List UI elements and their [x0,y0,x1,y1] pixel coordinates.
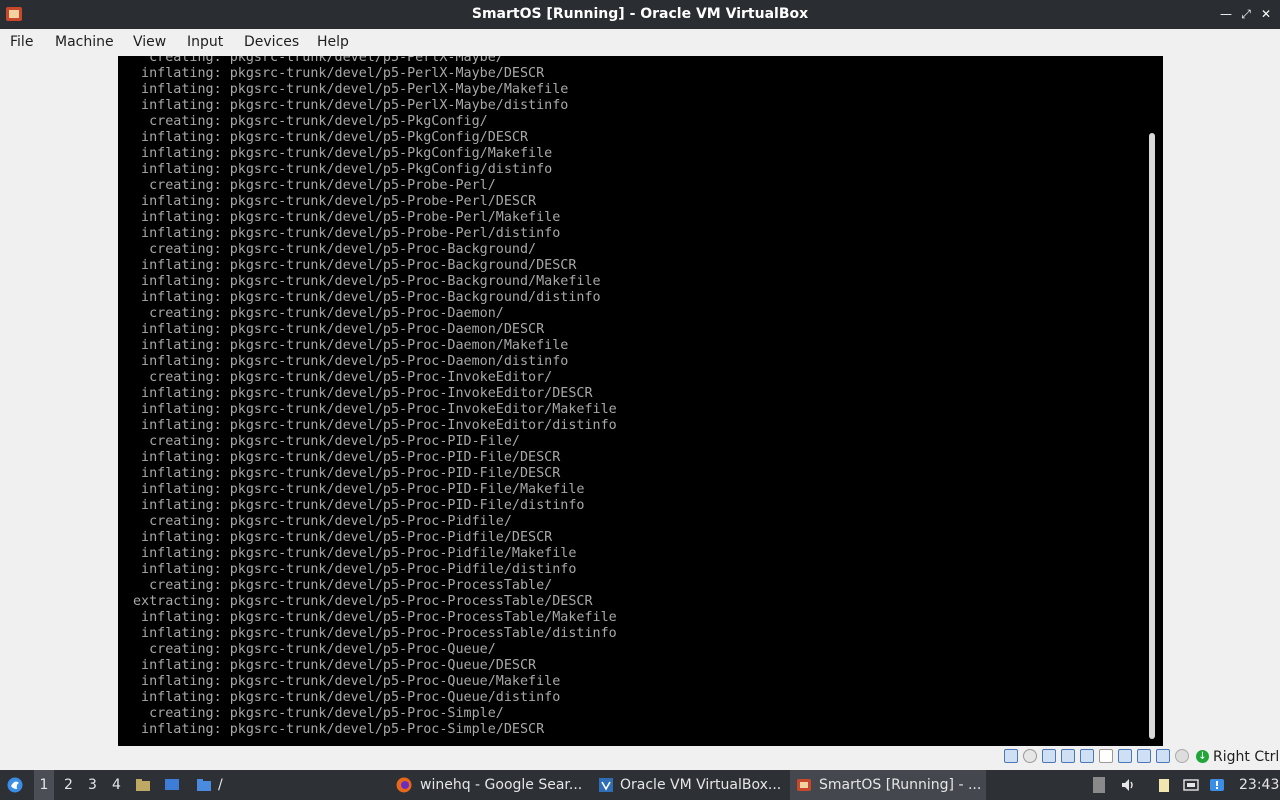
console-line: inflating: pkgsrc-trunk/devel/p5-Proc-Da… [133,338,569,353]
task-label: SmartOS [Running] - ... [819,777,982,793]
console-line: creating: pkgsrc-trunk/devel/p5-Proc-Que… [133,642,496,657]
clipboard-icon[interactable] [1156,777,1172,793]
menu-bar: File Machine View Input Devices Help [0,29,1280,56]
network-icon[interactable] [1061,749,1075,763]
console-line: inflating: pkgsrc-trunk/devel/p5-Proc-In… [133,418,617,433]
console-line: creating: pkgsrc-trunk/devel/p5-Proc-Inv… [133,370,553,385]
console-line: inflating: pkgsrc-trunk/devel/p5-PkgConf… [133,146,553,161]
menu-devices[interactable]: Devices [244,29,299,56]
folder-path-label[interactable]: / [218,770,223,800]
menu-view[interactable]: View [133,29,166,56]
console-line: inflating: pkgsrc-trunk/devel/p5-PerlX-M… [133,98,569,113]
start-menu-icon[interactable] [7,777,23,793]
workspace-2[interactable]: 2 [64,770,73,800]
console-line: inflating: pkgsrc-trunk/devel/p5-Proc-Qu… [133,690,561,705]
virtualization-icon[interactable] [1156,749,1170,763]
workspace-4[interactable]: 4 [112,770,121,800]
console-line: inflating: pkgsrc-trunk/devel/p5-Proc-Ba… [133,258,577,273]
folder-icon[interactable] [196,777,212,793]
console-line: extracting: pkgsrc-trunk/devel/p5-Proc-P… [133,594,593,609]
notifications-icon[interactable] [1209,777,1225,793]
mouse-integration-icon[interactable] [1175,749,1189,763]
minimize-button[interactable]: — [1216,4,1236,24]
virtualbox-manager-icon [599,778,613,792]
console-line: inflating: pkgsrc-trunk/devel/p5-PkgConf… [133,130,529,145]
virtualbox-vm-icon [797,779,811,791]
network-tray-icon[interactable] [1183,777,1199,793]
console-line: creating: pkgsrc-trunk/devel/p5-Proc-Bac… [133,242,537,257]
console-line: inflating: pkgsrc-trunk/devel/p5-Proc-Da… [133,354,569,369]
console-line: creating: pkgsrc-trunk/devel/p5-PkgConfi… [133,114,488,129]
console-line: inflating: pkgsrc-trunk/devel/p5-Probe-P… [133,226,561,241]
console-line: inflating: pkgsrc-trunk/devel/p5-Proc-Si… [133,722,545,737]
console-line: inflating: pkgsrc-trunk/devel/p5-PkgConf… [133,162,553,177]
console-line: inflating: pkgsrc-trunk/devel/p5-PerlX-M… [133,82,569,97]
console-line: inflating: pkgsrc-trunk/devel/p5-Proc-Pi… [133,546,577,561]
clock[interactable]: 23:43 [1239,770,1279,800]
task-label: winehq - Google Sear... [420,777,583,793]
volume-icon[interactable] [1120,777,1136,793]
hard-disk-icon[interactable] [1004,749,1018,763]
shared-folders-icon[interactable] [1099,749,1113,763]
console-line: inflating: pkgsrc-trunk/devel/p5-Probe-P… [133,210,561,225]
console-line: creating: pkgsrc-trunk/devel/p5-Proc-Sim… [133,706,504,721]
console-line: inflating: pkgsrc-trunk/devel/p5-Proc-PI… [133,466,561,481]
task-smartos-vm[interactable]: SmartOS [Running] - ... [790,770,986,800]
vm-display-area: creating: pkgsrc-trunk/devel/p5-PerlX-Ma… [0,56,1280,746]
console-line: inflating: pkgsrc-trunk/devel/p5-Proc-Da… [133,322,545,337]
menu-help[interactable]: Help [317,29,349,56]
console-line: creating: pkgsrc-trunk/devel/p5-Probe-Pe… [133,178,496,193]
console-line: creating: pkgsrc-trunk/devel/p5-Proc-PID… [133,434,520,449]
menu-file[interactable]: File [10,29,33,56]
file-manager-icon[interactable] [135,777,151,793]
task-virtualbox-manager[interactable]: Oracle VM VirtualBox... [592,770,788,800]
console-line: inflating: pkgsrc-trunk/devel/p5-Proc-Pr… [133,610,617,625]
usb-icon[interactable] [1080,749,1094,763]
console-line: creating: pkgsrc-trunk/devel/p5-Proc-Pid… [133,514,512,529]
console-line: inflating: pkgsrc-trunk/devel/p5-Proc-Qu… [133,674,561,689]
console-line: inflating: pkgsrc-trunk/devel/p5-Proc-Pr… [133,626,617,641]
maximize-button[interactable]: ⤢ [1236,4,1256,24]
console-scrollbar[interactable] [1149,133,1155,739]
console-line: inflating: pkgsrc-trunk/devel/p5-Proc-PI… [133,450,561,465]
console-line: inflating: pkgsrc-trunk/devel/p5-Proc-Qu… [133,658,537,673]
menu-input[interactable]: Input [187,29,223,56]
desktop-icon[interactable] [164,777,180,793]
host-key-arrow-icon: ↓ [1196,750,1209,763]
console-line: inflating: pkgsrc-trunk/devel/p5-Proc-In… [133,402,617,417]
trash-icon[interactable] [1093,777,1105,793]
close-button[interactable]: ✕ [1256,4,1276,24]
console-output: creating: pkgsrc-trunk/devel/p5-PerlX-Ma… [118,56,617,738]
optical-drive-icon[interactable] [1023,749,1037,763]
console-line: inflating: pkgsrc-trunk/devel/p5-PerlX-M… [133,66,545,81]
window-title: SmartOS [Running] - Oracle VM VirtualBox [471,6,809,22]
console-line: inflating: pkgsrc-trunk/devel/p5-Proc-PI… [133,498,585,513]
console-line: inflating: pkgsrc-trunk/devel/p5-Proc-PI… [133,482,585,497]
console-line: creating: pkgsrc-trunk/devel/p5-PerlX-Ma… [133,56,504,65]
task-label: Oracle VM VirtualBox... [620,777,782,793]
console-line: creating: pkgsrc-trunk/devel/p5-Proc-Pro… [133,578,553,593]
console-line: inflating: pkgsrc-trunk/devel/p5-Proc-Pi… [133,530,553,545]
menu-machine[interactable]: Machine [55,29,114,56]
vm-console-screen[interactable]: creating: pkgsrc-trunk/devel/p5-PerlX-Ma… [118,56,1163,746]
console-line: inflating: pkgsrc-trunk/devel/p5-Proc-Pi… [133,562,577,577]
console-line: creating: pkgsrc-trunk/devel/p5-Proc-Dae… [133,306,504,321]
taskbar: 1 2 3 4 / winehq - Google Sear... Oracle… [0,770,1280,800]
task-firefox[interactable]: winehq - Google Sear... [390,770,586,800]
display-icon[interactable] [1118,749,1132,763]
console-line: inflating: pkgsrc-trunk/devel/p5-Probe-P… [133,194,537,209]
audio-icon[interactable] [1042,749,1056,763]
workspace-1[interactable]: 1 [34,770,54,800]
console-line: inflating: pkgsrc-trunk/devel/p5-Proc-Ba… [133,274,601,289]
host-key-label[interactable]: Right Ctrl [1213,748,1279,766]
window-titlebar[interactable]: SmartOS [Running] - Oracle VM VirtualBox… [0,0,1280,29]
console-line: inflating: pkgsrc-trunk/devel/p5-Proc-In… [133,386,593,401]
firefox-icon [396,777,412,793]
video-capture-icon[interactable] [1137,749,1151,763]
workspace-3[interactable]: 3 [88,770,97,800]
console-line: inflating: pkgsrc-trunk/devel/p5-Proc-Ba… [133,290,601,305]
